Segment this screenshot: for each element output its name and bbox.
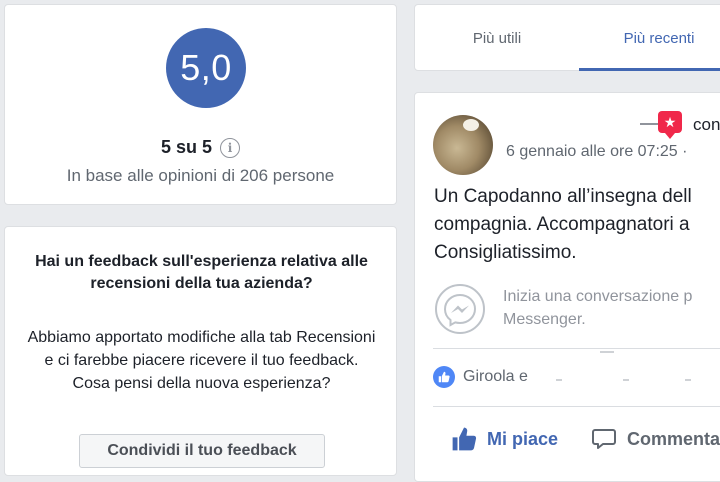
messenger-prompt-line: Messenger.: [503, 311, 586, 328]
review-text-line: compagnia. Accompagnatori a: [434, 214, 690, 235]
rating-based-on: In base alle opinioni di 206 persone: [66, 166, 335, 185]
messenger-icon[interactable]: [434, 283, 486, 335]
divider: [433, 406, 720, 407]
tab-most-recent[interactable]: Più recenti: [579, 5, 720, 72]
like-reaction-icon: [433, 366, 455, 388]
reactions-summary[interactable]: Giroola e: [433, 366, 528, 388]
redacted-mark: [556, 379, 562, 381]
feedback-title: Hai un feedback sull'esperienza relativa…: [35, 253, 368, 292]
comment-label: Commenta: [627, 428, 720, 449]
messenger-prompt-line: Inizia una conversazione p: [503, 288, 693, 305]
comment-button[interactable]: Commenta: [591, 426, 720, 452]
review-text-line: Un Capodanno all’insegna dell: [434, 186, 692, 207]
tab-most-useful[interactable]: Più utili: [415, 5, 579, 72]
redacted-mark: [623, 379, 629, 381]
recommend-text: con: [693, 115, 720, 134]
reviewer-name[interactable]: [640, 123, 660, 125]
review-text-line: Consigliatissimo.: [434, 242, 577, 263]
share-feedback-button[interactable]: Condividi il tuo feedback: [79, 434, 325, 468]
rating-card: 5,0 5 su 5 i In base alle opinioni di 20…: [4, 4, 397, 205]
star-badge-icon: ★: [658, 111, 682, 139]
review-card: ★ con 6 gennaio alle ore 07:25 · Un Capo…: [414, 92, 720, 482]
thumbs-up-icon: [452, 427, 477, 451]
info-icon[interactable]: i: [220, 137, 241, 158]
review-tabs: Più utili Più recenti: [414, 4, 720, 71]
feedback-body: Abbiamo apportato modifiche alla tab Rec…: [27, 329, 376, 392]
like-label: Mi piace: [487, 428, 559, 449]
review-date[interactable]: 6 gennaio alle ore 07:25 ·: [506, 143, 687, 161]
redacted-mark: [600, 351, 614, 353]
rating-score: 5 su 5 i: [5, 137, 396, 158]
reactions-text: Giroola e: [463, 368, 528, 385]
comment-icon: [592, 429, 616, 449]
rating-circle: 5,0: [166, 28, 246, 108]
messenger-prompt[interactable]: Inizia una conversazione p Messenger.: [503, 285, 720, 331]
redacted-mark: [685, 379, 691, 381]
active-tab-indicator: [579, 68, 720, 71]
rating-score-text: 5 su 5: [160, 137, 213, 157]
feedback-card: Hai un feedback sull'esperienza relativa…: [4, 226, 397, 476]
review-text: Un Capodanno all’insegna dell compagnia.…: [434, 183, 720, 267]
avatar[interactable]: [433, 115, 493, 175]
like-button[interactable]: Mi piace: [451, 426, 558, 452]
divider: [433, 348, 720, 349]
